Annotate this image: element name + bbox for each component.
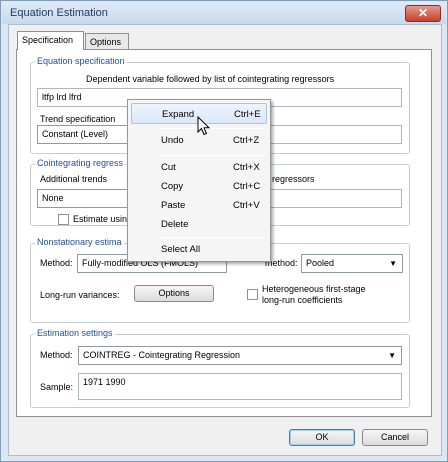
window-title: Equation Estimation: [10, 7, 108, 19]
menu-separator: [159, 155, 265, 156]
title-bar: Equation Estimation ✕: [2, 2, 446, 24]
menu-item-copy-label: Copy: [161, 181, 184, 192]
heterogeneous-checkbox[interactable]: [247, 289, 258, 300]
sample-input[interactable]: 1971 1990: [78, 373, 402, 400]
close-button[interactable]: ✕: [405, 5, 441, 22]
menu-item-paste-label: Paste: [161, 200, 186, 211]
menu-item-copy[interactable]: Copy Ctrl+C: [131, 176, 267, 197]
menu-item-paste-shortcut: Ctrl+V: [233, 200, 260, 211]
menu-item-select-all-label: Select All: [161, 244, 201, 255]
menu-separator: [159, 237, 265, 238]
tab-specification-label: Specification: [22, 35, 74, 45]
menu-item-delete[interactable]: Delete: [131, 214, 267, 235]
panel-method-select[interactable]: Pooled ▼: [301, 254, 403, 273]
estimation-settings-label: Estimation settings: [35, 328, 115, 339]
additional-trends-select[interactable]: None: [37, 189, 137, 208]
chevron-down-icon: ▼: [389, 259, 397, 268]
trend-specification-label: Trend specification: [40, 114, 116, 124]
heterogeneous-label-line2: long-run coefficients: [262, 295, 343, 305]
trend-extra-field[interactable]: [270, 125, 402, 144]
longrun-variances-label: Long-run variances:: [40, 290, 120, 300]
menu-item-select-all[interactable]: Select All: [131, 239, 267, 260]
tab-specification[interactable]: Specification: [17, 31, 84, 50]
menu-separator: [159, 128, 265, 129]
cancel-button[interactable]: Cancel: [362, 429, 428, 446]
additional-trends-value: None: [42, 193, 64, 203]
menu-item-expand-label: Expand: [162, 109, 195, 120]
ok-button[interactable]: OK: [289, 429, 355, 446]
estimate-using-checkbox[interactable]: [58, 214, 69, 225]
trend-specification-value: Constant (Level): [42, 129, 109, 139]
trend-specification-select[interactable]: Constant (Level): [37, 125, 137, 144]
estimation-method-label: Method:: [40, 350, 73, 360]
panel-method-value: Pooled: [306, 258, 335, 268]
tab-options-label: Options: [90, 37, 122, 47]
regressors-input[interactable]: [270, 189, 402, 208]
menu-item-undo-label: Undo: [161, 135, 184, 146]
menu-item-paste[interactable]: Paste Ctrl+V: [131, 195, 267, 216]
menu-item-copy-shortcut: Ctrl+C: [233, 181, 261, 192]
cointegrating-regressors-label: Cointegrating regress: [35, 158, 126, 169]
estimation-method-select[interactable]: COINTREG - Cointegrating Regression ▼: [78, 346, 402, 365]
equation-specification-label: Equation specification: [35, 56, 127, 67]
menu-item-undo-shortcut: Ctrl+Z: [233, 135, 260, 146]
chevron-down-icon: ▼: [388, 351, 396, 360]
longrun-options-button[interactable]: Options: [134, 285, 214, 302]
additional-trends-label: Additional trends: [40, 174, 108, 184]
heterogeneous-label-line1: Heterogeneous first-stage: [262, 284, 366, 294]
dependent-variable-label: Dependent variable followed by list of c…: [86, 74, 335, 84]
menu-item-expand-shortcut: Ctrl+E: [234, 109, 261, 120]
menu-item-cut[interactable]: Cut Ctrl+X: [131, 157, 267, 178]
nonstationary-method-label: Method:: [40, 258, 73, 268]
nonstationary-estimation-label: Nonstationary estima: [35, 237, 124, 248]
menu-item-cut-label: Cut: [161, 162, 176, 173]
estimation-method-value: COINTREG - Cointegrating Regression: [83, 350, 241, 360]
estimate-using-label: Estimate using: [73, 214, 133, 224]
tab-options[interactable]: Options: [85, 33, 129, 50]
sample-label: Sample:: [40, 382, 74, 392]
menu-item-cut-shortcut: Ctrl+X: [233, 162, 260, 173]
menu-item-delete-label: Delete: [161, 219, 189, 230]
regressors-label: regressors: [272, 174, 315, 184]
mouse-pointer-icon: [197, 116, 211, 136]
